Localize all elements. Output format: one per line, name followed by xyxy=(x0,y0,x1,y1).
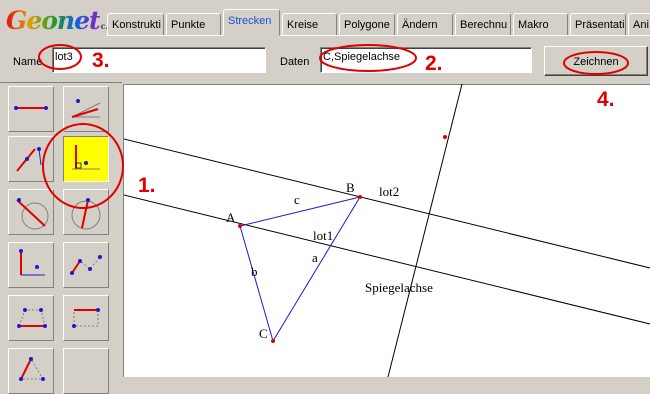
tool-rectangle-segment[interactable] xyxy=(63,295,109,341)
geonet-logo: Geonetc.u. xyxy=(6,6,117,36)
tool-triangle-points[interactable] xyxy=(8,348,54,394)
tool-palette xyxy=(0,82,122,394)
empty-tool-icon xyxy=(64,349,108,393)
name-input-value: lot3 xyxy=(55,51,73,63)
drawing-canvas[interactable] xyxy=(123,84,650,377)
tab-divider xyxy=(106,35,650,36)
tool-segment[interactable] xyxy=(8,86,54,132)
parallel-segment-icon xyxy=(16,147,42,172)
tool-circle-chord[interactable] xyxy=(63,189,109,235)
circle-chord-icon xyxy=(71,198,101,230)
draw-button[interactable]: Zeichnen xyxy=(544,46,648,76)
tool-perpendicular[interactable] xyxy=(63,136,109,182)
tool-quadrilateral[interactable] xyxy=(8,295,54,341)
segment-icon xyxy=(14,106,48,110)
tool-right-angle[interactable] xyxy=(8,242,54,288)
data-label: Daten xyxy=(280,56,310,68)
tool-angle-bisector[interactable] xyxy=(63,86,109,132)
quadrilateral-icon xyxy=(17,308,47,328)
logo-text: Geonet xyxy=(6,6,101,35)
data-input[interactable]: C,Spiegelachse xyxy=(320,47,532,73)
tab-konstruktion[interactable]: Konstrukti xyxy=(107,13,164,35)
tab-makro[interactable]: Makro xyxy=(513,13,568,35)
tool-parallel[interactable] xyxy=(8,136,54,182)
tab-punkte[interactable]: Punkte xyxy=(166,13,221,35)
tab-praesentation[interactable]: Präsentati xyxy=(570,13,626,35)
rectangle-segment-icon xyxy=(72,308,100,328)
tool-empty[interactable] xyxy=(63,348,109,394)
tool-circle-tangent[interactable] xyxy=(8,189,54,235)
perpendicular-icon xyxy=(72,145,100,170)
circle-tangent-icon xyxy=(16,198,49,230)
angle-bisector-icon xyxy=(71,99,101,118)
tab-animation[interactable]: Ani xyxy=(628,13,650,35)
data-input-value: C,Spiegelachse xyxy=(323,51,401,63)
polyline-icon xyxy=(70,255,102,275)
name-label: Name xyxy=(13,56,43,68)
tab-polygone[interactable]: Polygone xyxy=(339,13,395,35)
right-angle-icon xyxy=(19,249,45,276)
tab-berechnung[interactable]: Berechnu xyxy=(455,13,511,35)
tool-polyline[interactable] xyxy=(63,242,109,288)
tab-strecken[interactable]: Strecken xyxy=(223,9,280,36)
name-input[interactable]: lot3 xyxy=(52,47,266,73)
tab-aendern[interactable]: Ändern xyxy=(397,13,453,35)
tab-kreise[interactable]: Kreise xyxy=(282,13,337,35)
triangle-points-icon xyxy=(19,357,45,381)
